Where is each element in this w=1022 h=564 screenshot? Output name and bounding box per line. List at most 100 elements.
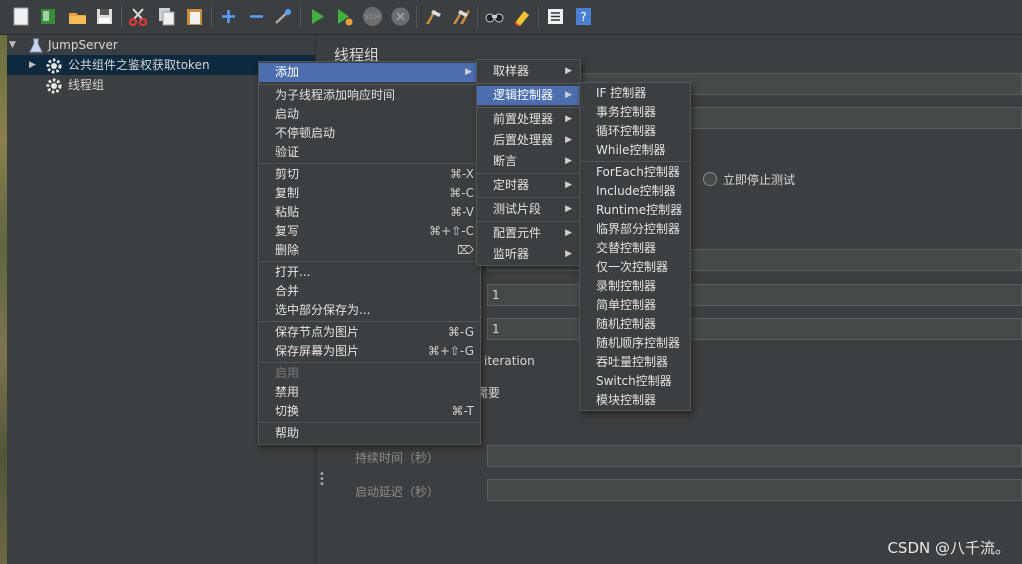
start-no-pause-icon[interactable] bbox=[334, 6, 355, 27]
context-menu: 添加 ▶ 为子线程添加响应时间 启动 不停顿启动 验证 剪切 ⌘-X 复制 ⌘-C 粘… bbox=[258, 61, 481, 445]
loop-count-field[interactable]: 1 bbox=[487, 318, 1022, 340]
templates-icon[interactable] bbox=[38, 6, 59, 27]
stop-now-label: 立即停止测试 bbox=[723, 173, 796, 187]
menu-item-enable: 启用 bbox=[275, 366, 300, 380]
menu-item-config-element[interactable]: 配置元件 ▶ bbox=[477, 224, 580, 243]
reset-search-icon[interactable] bbox=[512, 6, 533, 27]
menu-item-sampler[interactable]: 取样器 ▶ bbox=[477, 62, 580, 81]
watermark: CSDN @八千流。 bbox=[887, 539, 1010, 557]
copy-icon[interactable] bbox=[156, 6, 177, 27]
menu-item-pre-processor[interactable]: 前置处理器 ▶ bbox=[477, 110, 580, 129]
menu-item-add[interactable]: 添加 ▶ bbox=[259, 63, 480, 82]
menu-item-validate[interactable]: 验证 bbox=[259, 143, 480, 162]
chevron-right-icon: ▶ bbox=[565, 228, 572, 238]
menu-item-while-controller[interactable]: While控制器 bbox=[580, 141, 690, 160]
menu-item-save-node-image[interactable]: 保存节点为图片 ⌘-G bbox=[259, 323, 480, 342]
logic-controller-submenu: IF 控制器 事务控制器 循环控制器 While控制器 ForEach控制器 I… bbox=[579, 82, 691, 411]
menu-item-runtime-controller[interactable]: Runtime控制器 bbox=[580, 201, 690, 220]
tree-node-label: 线程组 bbox=[68, 78, 105, 92]
startup-delay-field[interactable] bbox=[487, 479, 1022, 501]
menu-item-foreach-controller[interactable]: ForEach控制器 bbox=[580, 163, 690, 182]
menu-item-interleave-controller[interactable]: 交替控制器 bbox=[580, 239, 690, 258]
chevron-right-icon: ▶ bbox=[565, 114, 572, 124]
chevron-right-icon: ▶ bbox=[565, 204, 572, 214]
gear-icon bbox=[45, 77, 63, 95]
chevron-down-icon[interactable]: ▼ bbox=[9, 35, 21, 55]
svg-text:?: ? bbox=[580, 10, 586, 24]
chevron-right-icon: ▶ bbox=[565, 249, 572, 259]
chevron-right-icon: ▶ bbox=[565, 135, 572, 145]
toolbar: STOP ? bbox=[0, 0, 1022, 35]
menu-item-save-selection[interactable]: 选中部分保存为... bbox=[259, 301, 480, 320]
menu-item-test-fragment[interactable]: 测试片段 ▶ bbox=[477, 200, 580, 219]
svg-text:STOP: STOP bbox=[365, 14, 381, 21]
menu-item-post-processor[interactable]: 后置处理器 ▶ bbox=[477, 131, 580, 150]
flask-icon bbox=[27, 37, 45, 55]
menu-item-transaction-controller[interactable]: 事务控制器 bbox=[580, 103, 690, 122]
menu-item-toggle[interactable]: 切换 ⌘-T bbox=[259, 402, 480, 421]
menu-item-merge[interactable]: 合并 bbox=[259, 282, 480, 301]
menu-item-save-screen-image[interactable]: 保存屏幕为图片 ⌘+⇧-G bbox=[259, 342, 480, 361]
startup-delay-label: 启动延迟（秒） bbox=[355, 485, 440, 499]
menu-item-include-controller[interactable]: Include控制器 bbox=[580, 182, 690, 201]
function-helper-icon[interactable] bbox=[545, 6, 566, 27]
chevron-right-icon: ▶ bbox=[565, 180, 572, 190]
menu-item-random-order-controller[interactable]: 随机顺序控制器 bbox=[580, 334, 690, 353]
menu-item-copy[interactable]: 复制 ⌘-C bbox=[259, 184, 480, 203]
menu-item-switch-controller[interactable]: Switch控制器 bbox=[580, 372, 690, 391]
tree-node-label: JumpServer bbox=[48, 38, 118, 52]
clear-icon[interactable] bbox=[423, 6, 444, 27]
clear-all-icon[interactable] bbox=[451, 6, 472, 27]
gear-icon bbox=[45, 57, 63, 75]
stop-now-radio[interactable] bbox=[703, 172, 717, 186]
menu-item-cut[interactable]: 剪切 ⌘-X bbox=[259, 165, 480, 184]
menu-item-listener[interactable]: 监听器 ▶ bbox=[477, 245, 580, 264]
menu-item-open[interactable]: 打开... bbox=[259, 263, 480, 282]
menu-item-start-no-pause[interactable]: 不停顿启动 bbox=[259, 124, 480, 143]
add-submenu: 取样器 ▶ 逻辑控制器 ▶ 前置处理器 ▶ 后置处理器 ▶ 断言 ▶ 定时器 ▶ 测试片段 ▶… bbox=[476, 59, 581, 266]
menu-item-once-only-controller[interactable]: 仅一次控制器 bbox=[580, 258, 690, 277]
chevron-right-icon: ▶ bbox=[565, 90, 572, 100]
menu-item-assertion[interactable]: 断言 ▶ bbox=[477, 152, 580, 171]
menu-item-paste[interactable]: 粘贴 ⌘-V bbox=[259, 203, 480, 222]
cut-icon[interactable] bbox=[128, 6, 149, 27]
expand-icon[interactable] bbox=[218, 6, 239, 27]
new-icon[interactable] bbox=[11, 6, 32, 27]
menu-item-module-controller[interactable]: 模块控制器 bbox=[580, 391, 690, 410]
duration-label: 持续时间（秒） bbox=[355, 451, 440, 465]
menu-item-start[interactable]: 启动 bbox=[259, 105, 480, 124]
open-icon[interactable] bbox=[67, 6, 88, 27]
desktop-edge bbox=[0, 35, 7, 564]
start-icon[interactable] bbox=[307, 6, 328, 27]
menu-item-critical-section-controller[interactable]: 临界部分控制器 bbox=[580, 220, 690, 239]
menu-item-loop-controller[interactable]: 循环控制器 bbox=[580, 122, 690, 141]
menu-item-delete[interactable]: 删除 ⌦ bbox=[259, 241, 480, 260]
menu-item-simple-controller[interactable]: 简单控制器 bbox=[580, 296, 690, 315]
chevron-right-icon: ▶ bbox=[565, 66, 572, 76]
menu-item-random-controller[interactable]: 随机控制器 bbox=[580, 315, 690, 334]
tree-node-root[interactable]: ▼ JumpServer bbox=[7, 35, 315, 55]
search-icon[interactable] bbox=[484, 6, 505, 27]
menu-item-logic-controller[interactable]: 逻辑控制器 ▶ bbox=[477, 86, 580, 105]
menu-item-if-controller[interactable]: IF 控制器 bbox=[580, 84, 690, 103]
chevron-right-icon: ▶ bbox=[465, 67, 472, 77]
save-icon[interactable] bbox=[94, 6, 115, 27]
menu-item-duplicate[interactable]: 复写 ⌘+⇧-C bbox=[259, 222, 480, 241]
toggle-icon[interactable] bbox=[273, 6, 294, 27]
menu-item-timer[interactable]: 定时器 ▶ bbox=[477, 176, 580, 195]
menu-item-recording-controller[interactable]: 录制控制器 bbox=[580, 277, 690, 296]
help-icon[interactable]: ? bbox=[573, 6, 594, 27]
paste-icon[interactable] bbox=[184, 6, 205, 27]
menu-item-help[interactable]: 帮助 bbox=[259, 424, 480, 443]
shutdown-icon[interactable] bbox=[390, 6, 411, 27]
ramp-up-field[interactable]: 1 bbox=[487, 284, 1022, 306]
menu-item-disable[interactable]: 禁用 bbox=[259, 383, 480, 402]
chevron-right-icon[interactable]: ▶ bbox=[29, 55, 41, 75]
menu-item-add-response-time[interactable]: 为子线程添加响应时间 bbox=[259, 86, 480, 105]
stop-icon[interactable]: STOP bbox=[362, 6, 383, 27]
chevron-right-icon: ▶ bbox=[565, 156, 572, 166]
duration-field[interactable] bbox=[487, 445, 1022, 467]
collapse-icon[interactable] bbox=[246, 6, 267, 27]
tree-node-label: 公共组件之鉴权获取token bbox=[68, 58, 210, 72]
menu-item-throughput-controller[interactable]: 吞吐量控制器 bbox=[580, 353, 690, 372]
